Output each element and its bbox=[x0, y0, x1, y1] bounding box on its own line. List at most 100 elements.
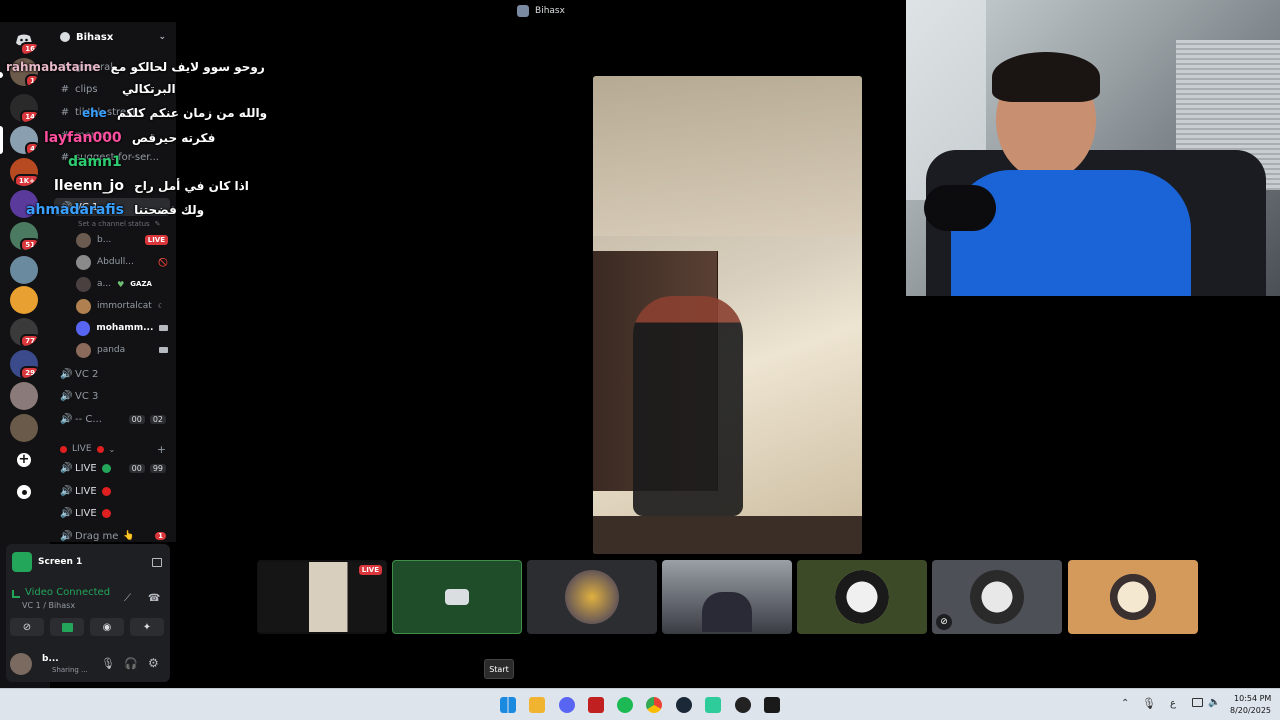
selected-indicator bbox=[0, 126, 3, 154]
voice-user[interactable]: b... LIVE bbox=[76, 231, 168, 249]
avatar bbox=[76, 232, 91, 248]
server-icon[interactable]: 1K+ bbox=[10, 158, 38, 186]
voice-channel[interactable]: 🔊 -- C... 00 02 bbox=[60, 411, 166, 427]
main-video-stream[interactable] bbox=[593, 76, 862, 554]
voice-user[interactable]: mohamm... bbox=[76, 319, 168, 337]
avatar bbox=[76, 320, 91, 336]
server-name: Bihasx bbox=[76, 31, 114, 43]
voice-user[interactable]: Abdull... 🚫 bbox=[76, 253, 168, 271]
chat-text: فكرته حيرقص bbox=[131, 131, 216, 145]
unread-badge: 51 bbox=[20, 238, 38, 250]
noise-suppression-icon[interactable]: ⟋ bbox=[124, 593, 131, 604]
server-icon[interactable] bbox=[10, 414, 38, 442]
participant-tile[interactable]: ⊘ bbox=[932, 560, 1062, 634]
gamepad-icon: ◉ bbox=[102, 621, 112, 633]
server-icon[interactable] bbox=[10, 256, 38, 284]
channel-name: LIVE bbox=[75, 507, 97, 519]
language-indicator[interactable]: ع bbox=[1170, 698, 1176, 709]
server-icon[interactable]: 77 bbox=[10, 318, 38, 346]
network-icon[interactable] bbox=[1192, 698, 1203, 707]
user-limit: 02 bbox=[149, 414, 166, 424]
webcam-feed[interactable] bbox=[906, 0, 1280, 296]
chevron-down-icon: ⌄ bbox=[108, 444, 116, 454]
participant-tile-screen[interactable]: LIVE bbox=[257, 560, 387, 634]
plus-icon: + bbox=[17, 452, 31, 467]
camera-off-button[interactable]: ⊘ bbox=[10, 618, 44, 636]
soundboard-button[interactable]: ✦ bbox=[130, 618, 164, 636]
channel-name: Drag me bbox=[75, 530, 119, 542]
home-button[interactable]: 16 bbox=[10, 26, 38, 54]
microphone-icon[interactable]: 🎙 bbox=[101, 657, 115, 670]
add-channel-icon[interactable]: + bbox=[157, 443, 166, 456]
headphones-icon[interactable]: 🎧 bbox=[124, 657, 138, 670]
voice-channel[interactable]: 🔊 VC 2 bbox=[60, 366, 98, 382]
voice-channel[interactable]: 🔊 Drag me 👆 1 bbox=[60, 528, 166, 544]
participant-tile[interactable] bbox=[527, 560, 657, 634]
voice-user[interactable]: a... ♥ GAZA bbox=[76, 275, 168, 293]
chat-text: اذا كان في أمل راح bbox=[134, 179, 249, 193]
gear-icon[interactable]: ⚙ bbox=[148, 656, 159, 670]
file-explorer-icon[interactable] bbox=[529, 697, 545, 713]
channel-status-input[interactable]: Set a channel status ✎ bbox=[78, 216, 161, 232]
terminal-icon[interactable] bbox=[764, 697, 780, 713]
voice-channel[interactable]: 🔊 VC 3 bbox=[60, 388, 98, 404]
chat-user: layfan000 bbox=[44, 130, 122, 146]
participant-tile-video[interactable] bbox=[662, 560, 792, 634]
live-badge: LIVE bbox=[358, 565, 382, 575]
android-app-icon[interactable] bbox=[705, 697, 721, 713]
microphone-icon[interactable]: 🎙 bbox=[1142, 697, 1156, 710]
speaker-icon: 🔊 bbox=[60, 462, 73, 474]
unread-badge: 14 bbox=[20, 110, 38, 122]
voice-user[interactable]: immortalcat ☾ bbox=[76, 297, 168, 315]
obs-icon[interactable] bbox=[735, 697, 751, 713]
spotify-icon[interactable] bbox=[617, 697, 633, 713]
server-icon-active[interactable]: 4 bbox=[10, 126, 38, 154]
voice-channel[interactable]: 🔊 LIVE bbox=[60, 483, 111, 499]
activity-button[interactable]: ◉ bbox=[90, 618, 124, 636]
participant-tile-camera-off[interactable] bbox=[392, 560, 522, 634]
avatar bbox=[835, 570, 889, 624]
chat-message: layfan000 فكرته حيرقص bbox=[44, 130, 215, 146]
user-panel: b... Sharing ... 🎙 🎧 ⚙ bbox=[6, 646, 170, 682]
server-icon[interactable] bbox=[10, 382, 38, 410]
disconnect-icon[interactable]: ☎ bbox=[148, 593, 160, 604]
avatar bbox=[76, 254, 91, 270]
user-avatar[interactable] bbox=[10, 653, 32, 675]
volume-icon[interactable]: 🔈 bbox=[1208, 697, 1220, 708]
share-screen-button[interactable] bbox=[50, 618, 84, 636]
voice-status[interactable]: Video Connected bbox=[25, 587, 110, 598]
category-live[interactable]: LIVE ⌄ + bbox=[60, 441, 166, 457]
steam-icon[interactable] bbox=[676, 697, 692, 713]
camera-icon bbox=[159, 325, 168, 331]
user-name: a... bbox=[97, 279, 112, 289]
voice-channel[interactable]: 🔊 LIVE bbox=[60, 505, 111, 521]
chrome-icon[interactable] bbox=[646, 697, 662, 713]
user-count: 00 bbox=[128, 463, 145, 473]
add-server-button[interactable]: + bbox=[10, 446, 38, 474]
windows-start-icon[interactable] bbox=[500, 697, 516, 713]
participant-tile[interactable] bbox=[1068, 560, 1198, 634]
discord-icon[interactable] bbox=[559, 697, 575, 713]
participant-tile[interactable] bbox=[797, 560, 927, 634]
voice-user[interactable]: panda bbox=[76, 341, 168, 359]
chevron-up-icon[interactable]: ⌃ bbox=[1121, 698, 1129, 709]
pencil-icon: ✎ bbox=[154, 220, 161, 228]
clock-time[interactable]: 10:54 PM bbox=[1234, 694, 1271, 703]
window-title: Bihasx bbox=[535, 6, 565, 16]
popout-icon[interactable] bbox=[152, 557, 162, 567]
avatar bbox=[970, 570, 1024, 624]
voice-channel[interactable]: 🔊 LIVE 00 99 bbox=[60, 460, 166, 476]
text-channel[interactable]: # clips bbox=[60, 81, 98, 97]
voicemeeter-icon[interactable] bbox=[588, 697, 604, 713]
server-icon[interactable]: 29 bbox=[10, 350, 38, 378]
server-icon[interactable]: 51 bbox=[10, 222, 38, 250]
unread-indicator bbox=[0, 72, 3, 78]
hand-icon: 👆 bbox=[123, 531, 135, 541]
discover-button[interactable] bbox=[10, 478, 38, 506]
server-header[interactable]: Bihasx ⌄ bbox=[50, 22, 176, 52]
server-icon[interactable] bbox=[10, 286, 38, 314]
voice-channel-path[interactable]: VC 1 / Bihasx bbox=[22, 601, 75, 610]
server-icon[interactable]: 14 bbox=[10, 94, 38, 122]
chat-text: البرتكالي bbox=[122, 82, 176, 96]
clock-date[interactable]: 8/20/2025 bbox=[1230, 706, 1271, 715]
